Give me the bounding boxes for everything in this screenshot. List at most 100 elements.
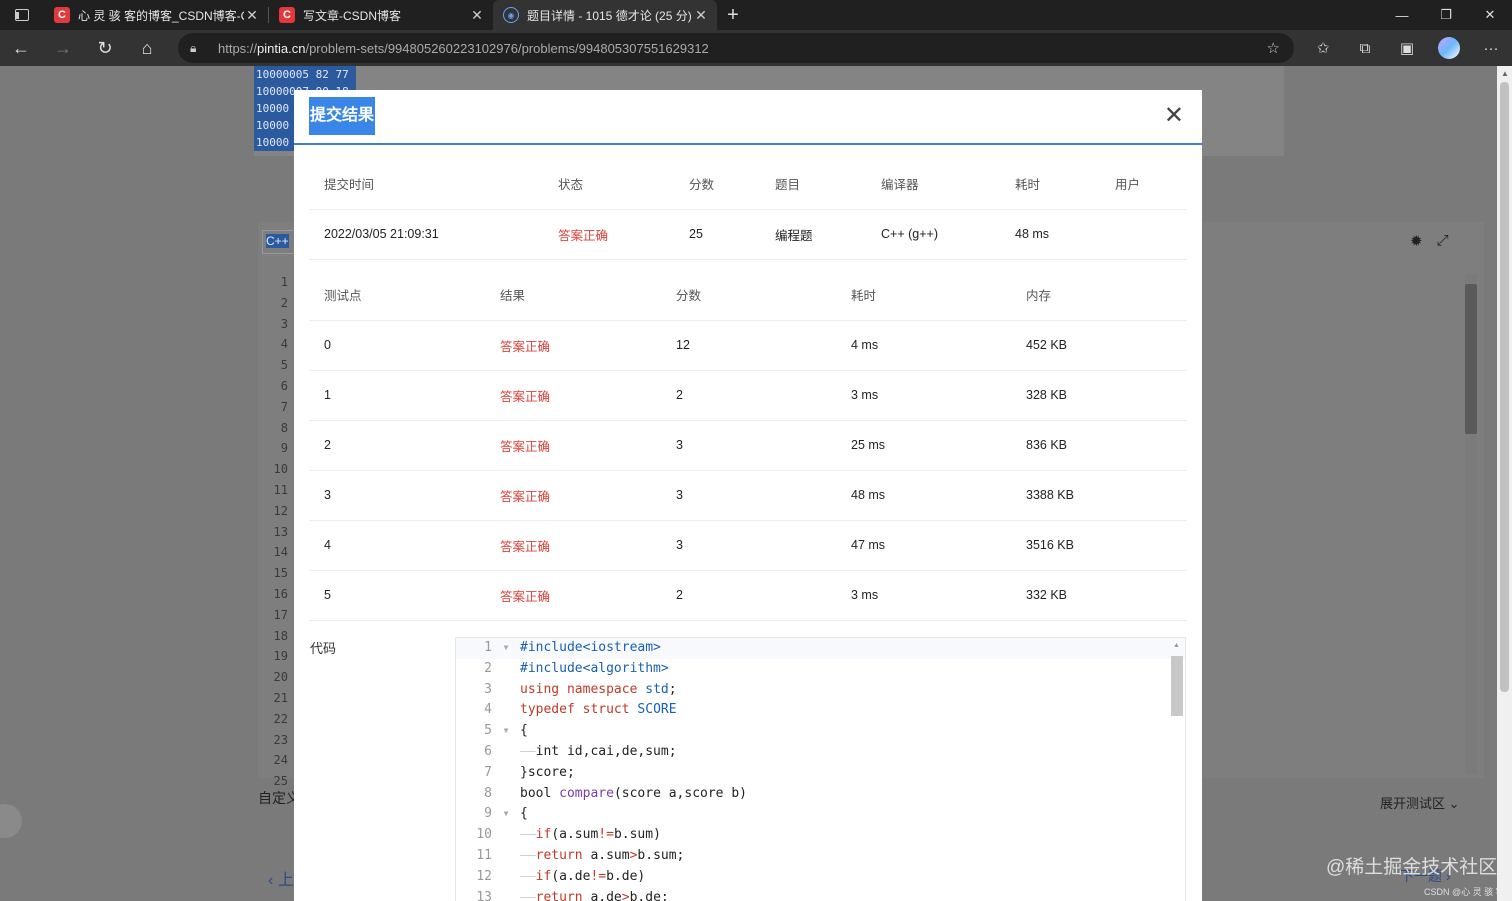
line-number: 23 (273, 732, 288, 747)
scroll-up-icon[interactable]: ▲ (1173, 642, 1180, 649)
fold-arrow-icon[interactable]: ▼ (492, 804, 520, 825)
tab-title: 题目详情 - 1015 德才论 (25 分) (527, 8, 692, 23)
column-header: 分数 (674, 159, 760, 210)
expand-label: 展开测试区 (1380, 796, 1446, 811)
editor-scroll-thumb[interactable] (1465, 284, 1477, 434)
tab-csdn-write[interactable]: C 写文章-CSDN博客 ✕ (269, 0, 493, 30)
code-line-number: 2 (484, 660, 492, 676)
code-line: 1 ▼ #include<iostream> (456, 638, 1185, 659)
line-number: 13 (273, 524, 288, 539)
close-window-icon[interactable]: ✕ (1468, 0, 1512, 30)
lock-icon: 🔒︎ (190, 41, 197, 55)
case-memory: 3388 KB (1011, 470, 1187, 521)
new-tab-button[interactable]: + (717, 0, 749, 30)
column-header: 题目 (760, 159, 866, 210)
fold-arrow-icon[interactable]: ▼ (492, 721, 520, 742)
table-header-row: 测试点 结果 分数 耗时 内存 (309, 270, 1187, 321)
fold-arrow-icon[interactable]: ▼ (492, 638, 520, 659)
code-label: 代码 (310, 641, 337, 656)
code-line-number: 7 (484, 764, 492, 780)
column-header: 分数 (661, 270, 836, 321)
table-row: 4 答案正确 3 47 ms 3516 KB (309, 520, 1187, 571)
expand-test-area-button[interactable]: 展开测试区 ⌄ (1380, 793, 1460, 812)
performance-icon[interactable]: ▣ (1386, 30, 1428, 66)
line-number: 10 (273, 462, 288, 477)
case-time: 4 ms (836, 320, 1011, 371)
table-row: 1 答案正确 2 3 ms 328 KB (309, 370, 1187, 421)
code-line: 10 ——if(a.sum!=b.sum) (456, 825, 1185, 846)
compiler: C++ (g++) (866, 209, 1000, 260)
line-number: 5 (280, 358, 288, 373)
minimize-icon[interactable]: — (1380, 0, 1424, 30)
line-number: 15 (273, 566, 288, 581)
maximize-icon[interactable]: ❐ (1424, 0, 1468, 30)
code-line: 5 ▼{ (456, 721, 1185, 742)
debug-icon[interactable]: ✹ (1410, 232, 1423, 250)
code-viewer[interactable]: 1 ▼ #include<iostream> 2 #include<algorithm>… (455, 637, 1186, 901)
user (1100, 209, 1187, 260)
case-time: 25 ms (836, 420, 1011, 471)
case-memory: 328 KB (1011, 370, 1187, 421)
add-favorite-icon[interactable]: ☆ (1267, 39, 1280, 57)
home-button[interactable]: ⌂ (126, 30, 168, 66)
collections-icon[interactable]: ⧉ (1344, 30, 1386, 66)
tab-close-icon[interactable]: ✕ (469, 7, 485, 24)
close-icon[interactable]: ✕ (1164, 104, 1184, 128)
code-line: 11 ——return a.sum>b.sum; (456, 846, 1185, 867)
case-time: 47 ms (836, 520, 1011, 571)
case-time: 3 ms (836, 570, 1011, 621)
case-memory: 452 KB (1011, 320, 1187, 371)
back-button[interactable]: ← (0, 30, 42, 66)
code-line: 9 ▼{ (456, 804, 1185, 825)
submit-time: 2022/03/05 21:09:31 (309, 209, 543, 260)
code-text: bool compare(score a,score b) (520, 785, 747, 801)
tab-close-icon[interactable]: ✕ (244, 7, 260, 24)
code-text: using namespace std; (520, 681, 677, 697)
line-number: 22 (273, 711, 288, 726)
score: 25 (674, 209, 760, 260)
code-scroll-thumb[interactable] (1171, 656, 1183, 716)
line-number: 17 (273, 607, 288, 622)
forward-button[interactable]: → (42, 30, 84, 66)
profile-avatar[interactable] (1438, 37, 1460, 59)
column-header: 用户 (1100, 159, 1187, 210)
tab-actions-icon (15, 9, 29, 21)
tab-close-icon[interactable]: ✕ (693, 7, 709, 24)
code-line-number: 13 (476, 889, 492, 901)
tab-csdn-blog[interactable]: C 心 灵 骇 客的博客_CSDN博客-CS ✕ (44, 0, 268, 30)
code-text: { (520, 723, 528, 739)
code-line: 3 using namespace std; (456, 680, 1185, 701)
tab-actions-button[interactable] (0, 0, 44, 30)
table-row: 2 答案正确 3 25 ms 836 KB (309, 420, 1187, 471)
csdn-favicon-icon: C (279, 7, 295, 23)
scroll-up-icon[interactable]: ▲ (1501, 69, 1509, 78)
reload-button[interactable]: ↻ (84, 30, 126, 66)
fullscreen-icon[interactable]: ⤢ (1437, 232, 1449, 250)
language-label: C++ (266, 234, 289, 248)
case-result: 答案正确 (485, 370, 661, 421)
side-float-button[interactable] (0, 804, 22, 838)
line-number: 2 (280, 295, 288, 310)
case-time: 3 ms (836, 370, 1011, 421)
table-row: 0 答案正确 12 4 ms 452 KB (309, 320, 1187, 371)
favorites-icon[interactable]: ✩ (1302, 30, 1344, 66)
column-header: 提交时间 (309, 159, 543, 210)
url-bar[interactable]: 🔒︎ https://pintia.cn/problem-sets/994805… (178, 33, 1294, 63)
submission-summary-table: 提交时间 状态 分数 题目 编译器 耗时 用户 2022/03/05 21:09… (309, 159, 1187, 260)
page-scroll-thumb[interactable] (1500, 82, 1509, 692)
page-scrollbar[interactable]: ▲ (1497, 66, 1512, 901)
tab-problem-detail[interactable]: ◉ 题目详情 - 1015 德才论 (25 分) ✕ (493, 0, 717, 30)
case-score: 3 (661, 470, 836, 521)
prev-problem-link[interactable]: ‹ 上 (268, 866, 294, 890)
chevron-down-icon: ⌄ (1448, 796, 1460, 811)
line-number: 9 (280, 441, 288, 456)
code-text: #include<algorithm> (520, 660, 669, 676)
code-scrollbar[interactable]: ▲ (1171, 642, 1183, 901)
case-score: 12 (661, 320, 836, 371)
editor-scrollbar[interactable] (1465, 274, 1477, 774)
more-options-icon[interactable]: ··· (1470, 30, 1512, 66)
